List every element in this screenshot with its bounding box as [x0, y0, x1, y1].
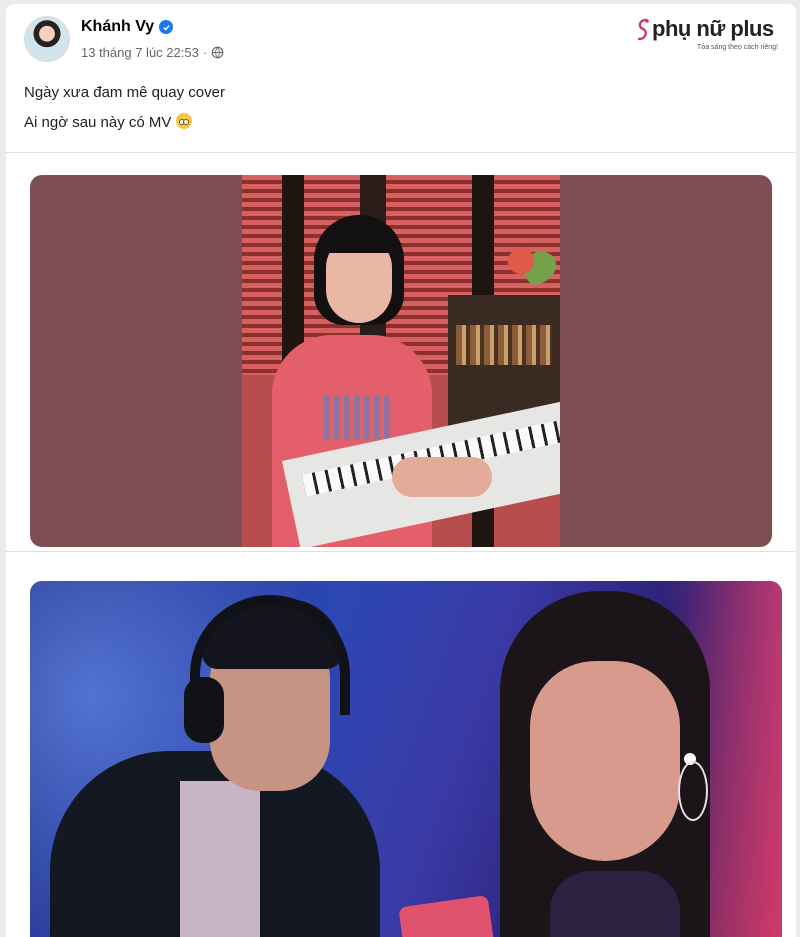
caption-line-1: Ngày xưa đam mê quay cover [24, 84, 225, 101]
post-caption: Ngày xưa đam mê quay cover Ai ngờ sau nà… [24, 78, 225, 138]
brand-name: phụ nữ plus [652, 16, 774, 41]
globe-icon[interactable] [211, 46, 224, 59]
flower-pot [506, 245, 556, 285]
post-divider [6, 152, 796, 153]
girl-bangs [320, 221, 400, 253]
facebook-post: Khánh Vy 13 tháng 7 lúc 22:53 · phụ nữ p… [6, 4, 796, 937]
author-avatar[interactable] [24, 16, 70, 62]
headphone-cup [184, 677, 224, 743]
woman-top [550, 871, 680, 937]
brand-tagline: Tỏa sáng theo cách riêng! [697, 44, 778, 51]
shelf-books [456, 325, 552, 365]
woman-face [530, 661, 680, 861]
brand-watermark: phụ nữ plus Tỏa sáng theo cách riêng! [634, 16, 784, 56]
meta-separator: · [202, 45, 208, 60]
shirt-print [324, 395, 394, 439]
post-photo-1[interactable] [30, 175, 772, 547]
photo-divider [6, 551, 796, 552]
post-timestamp[interactable]: 13 tháng 7 lúc 22:53 [81, 45, 199, 60]
video-frame [242, 175, 560, 547]
verified-badge-icon [159, 20, 174, 34]
author-row: Khánh Vy [81, 18, 174, 36]
caption-line-2: Ai ngờ sau này có MV [24, 108, 225, 138]
post-header: Khánh Vy 13 tháng 7 lúc 22:53 · phụ nữ p… [6, 4, 796, 74]
post-photo-2[interactable] [30, 581, 782, 937]
post-meta: 13 tháng 7 lúc 22:53 · [81, 45, 224, 60]
hoop-earring [678, 761, 708, 821]
brand-mark-icon [637, 18, 649, 41]
caption-line-2-text: Ai ngờ sau này có MV [24, 114, 172, 131]
man-shirt [180, 781, 260, 937]
girl-hands [392, 457, 492, 497]
teary-face-emoji [175, 113, 192, 129]
smartphone [398, 895, 496, 937]
author-name[interactable]: Khánh Vy [81, 18, 154, 36]
